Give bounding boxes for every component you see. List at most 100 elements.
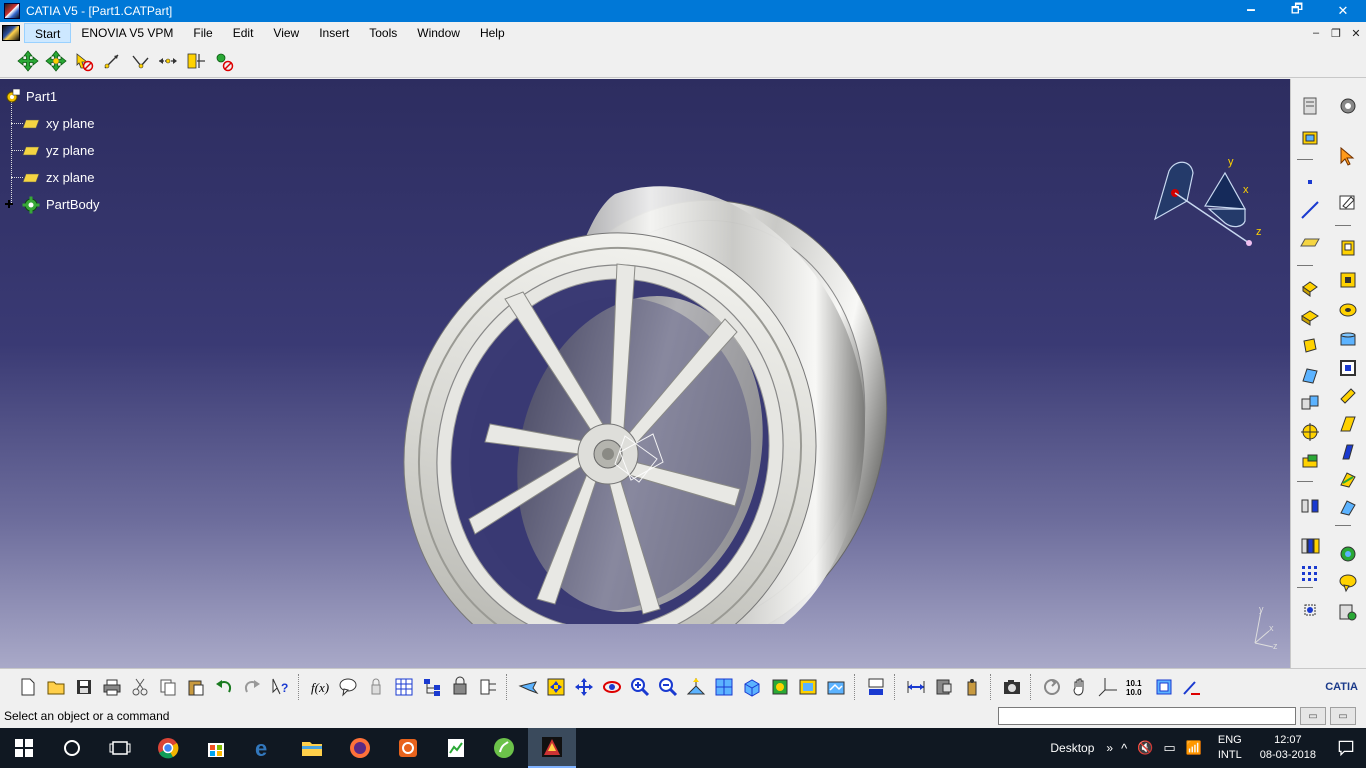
copy-icon[interactable] (154, 673, 182, 701)
pocket-icon[interactable] (1335, 267, 1361, 293)
zoom-out-icon[interactable] (654, 673, 682, 701)
doc-restore-button[interactable]: ❐ (1326, 24, 1346, 42)
rotate-icon[interactable] (598, 673, 626, 701)
measure-item-icon[interactable] (930, 673, 958, 701)
hide-show-icon[interactable] (794, 673, 822, 701)
3d-viewport[interactable]: Part1 xy plane yz plane zx plane PartBod (0, 79, 1290, 668)
tree-node-zx-plane[interactable]: zx plane (4, 164, 99, 191)
store-icon[interactable] (192, 728, 240, 768)
toolbar-icon[interactable] (1150, 673, 1178, 701)
manipulate-icon[interactable] (70, 47, 98, 75)
print-icon[interactable] (98, 673, 126, 701)
wheel-3d-model[interactable] (395, 124, 895, 624)
whats-this-icon[interactable]: ? (266, 673, 294, 701)
thickness-icon[interactable] (1335, 383, 1361, 409)
command-input[interactable] (998, 707, 1296, 725)
hole-icon[interactable] (1335, 297, 1361, 323)
menu-enovia[interactable]: ENOVIA V5 VPM (71, 23, 183, 43)
groove-icon[interactable] (1297, 305, 1323, 331)
rotate-axis-icon[interactable] (98, 47, 126, 75)
analysis-icon[interactable] (210, 47, 238, 75)
catia-taskbar-icon[interactable] (528, 728, 576, 768)
expand-plus-icon[interactable] (3, 198, 15, 210)
show-hidden-icons-icon[interactable]: ^ (1121, 741, 1127, 756)
point-icon[interactable] (1297, 169, 1323, 195)
sew-surface-icon[interactable] (1335, 467, 1361, 493)
redo-icon[interactable] (238, 673, 266, 701)
command-clear-button[interactable]: ▭ (1330, 707, 1356, 725)
desktop-chevron-icon[interactable]: » (1106, 741, 1113, 755)
axis-system-icon[interactable] (1094, 673, 1122, 701)
shading-icon[interactable] (766, 673, 794, 701)
compass-widget[interactable]: y x z (1145, 151, 1275, 261)
firefox-icon[interactable] (336, 728, 384, 768)
catia-app-icon[interactable] (4, 3, 20, 19)
undo-icon[interactable] (210, 673, 238, 701)
angle-icon[interactable] (126, 47, 154, 75)
split-icon[interactable] (1297, 449, 1323, 475)
grab-icon[interactable] (1066, 673, 1094, 701)
settings-gear-icon[interactable] (1335, 93, 1361, 119)
app-green-circle-icon[interactable] (480, 728, 528, 768)
rib-icon[interactable] (1335, 327, 1361, 353)
line-icon[interactable] (1297, 197, 1323, 223)
pad-icon[interactable] (1335, 235, 1361, 261)
axis-icon[interactable] (1297, 125, 1323, 151)
select-arrow-icon[interactable] (1335, 143, 1361, 169)
maximize-button[interactable]: 🗗 (1274, 0, 1320, 22)
grid-icon[interactable]: 10.1 10.0 (1122, 673, 1150, 701)
fly-icon[interactable] (514, 673, 542, 701)
mass-icon[interactable] (958, 673, 986, 701)
tree-node-yz-plane[interactable]: yz plane (4, 137, 99, 164)
publish-tool-icon[interactable] (862, 673, 890, 701)
menu-tools[interactable]: Tools (359, 23, 407, 43)
windows-start-icon[interactable] (0, 728, 48, 768)
lock-icon[interactable] (362, 673, 390, 701)
close-button[interactable]: ✕ (1320, 0, 1366, 22)
scale-icon[interactable] (1297, 597, 1323, 623)
tree-node-partbody[interactable]: PartBody (4, 191, 99, 218)
move-compass-icon[interactable] (14, 47, 42, 75)
draft-icon[interactable] (1335, 411, 1361, 437)
fit-all-icon[interactable] (542, 673, 570, 701)
pan-icon[interactable] (570, 673, 598, 701)
new-icon[interactable] (14, 673, 42, 701)
app-green-doc-icon[interactable] (432, 728, 480, 768)
battery-icon[interactable]: ▭ (1163, 740, 1175, 756)
plane-tool-icon[interactable] (1297, 229, 1323, 255)
menu-start[interactable]: Start (24, 23, 72, 43)
doc-minimize-button[interactable]: – (1306, 24, 1326, 42)
menu-window[interactable]: Window (407, 23, 470, 43)
normal-view-icon[interactable] (682, 673, 710, 701)
publish-icon[interactable] (1335, 541, 1361, 567)
solid-icon[interactable] (1297, 333, 1323, 359)
measure-tool-icon[interactable] (1335, 599, 1361, 625)
tree-icon[interactable] (418, 673, 446, 701)
menu-edit[interactable]: Edit (223, 23, 264, 43)
network-icon[interactable]: 📶 (1186, 740, 1202, 756)
capture-icon[interactable] (998, 673, 1026, 701)
save-icon[interactable] (70, 673, 98, 701)
target-icon[interactable] (1297, 419, 1323, 445)
formula-icon[interactable]: f(x) (306, 673, 334, 701)
update-icon[interactable] (474, 673, 502, 701)
desktop-toolbar-label[interactable]: Desktop (1038, 741, 1106, 755)
task-view-icon[interactable] (96, 728, 144, 768)
file-explorer-icon[interactable] (288, 728, 336, 768)
chrome-icon[interactable] (144, 728, 192, 768)
thread-icon[interactable] (1335, 439, 1361, 465)
close-surface-icon[interactable] (1335, 495, 1361, 521)
menu-insert[interactable]: Insert (309, 23, 359, 43)
multi-view-icon[interactable] (710, 673, 738, 701)
distance-icon[interactable] (154, 47, 182, 75)
menu-view[interactable]: View (263, 23, 309, 43)
sketcher-icon[interactable] (1335, 189, 1361, 215)
measure-between-icon[interactable] (902, 673, 930, 701)
catalog-icon[interactable] (390, 673, 418, 701)
refresh-icon[interactable] (1038, 673, 1066, 701)
swap-icon[interactable] (822, 673, 850, 701)
cut-icon[interactable] (126, 673, 154, 701)
app-orange-icon[interactable] (384, 728, 432, 768)
tree-node-xy-plane[interactable]: xy plane (4, 110, 99, 137)
sketch-icon[interactable] (1297, 93, 1323, 119)
